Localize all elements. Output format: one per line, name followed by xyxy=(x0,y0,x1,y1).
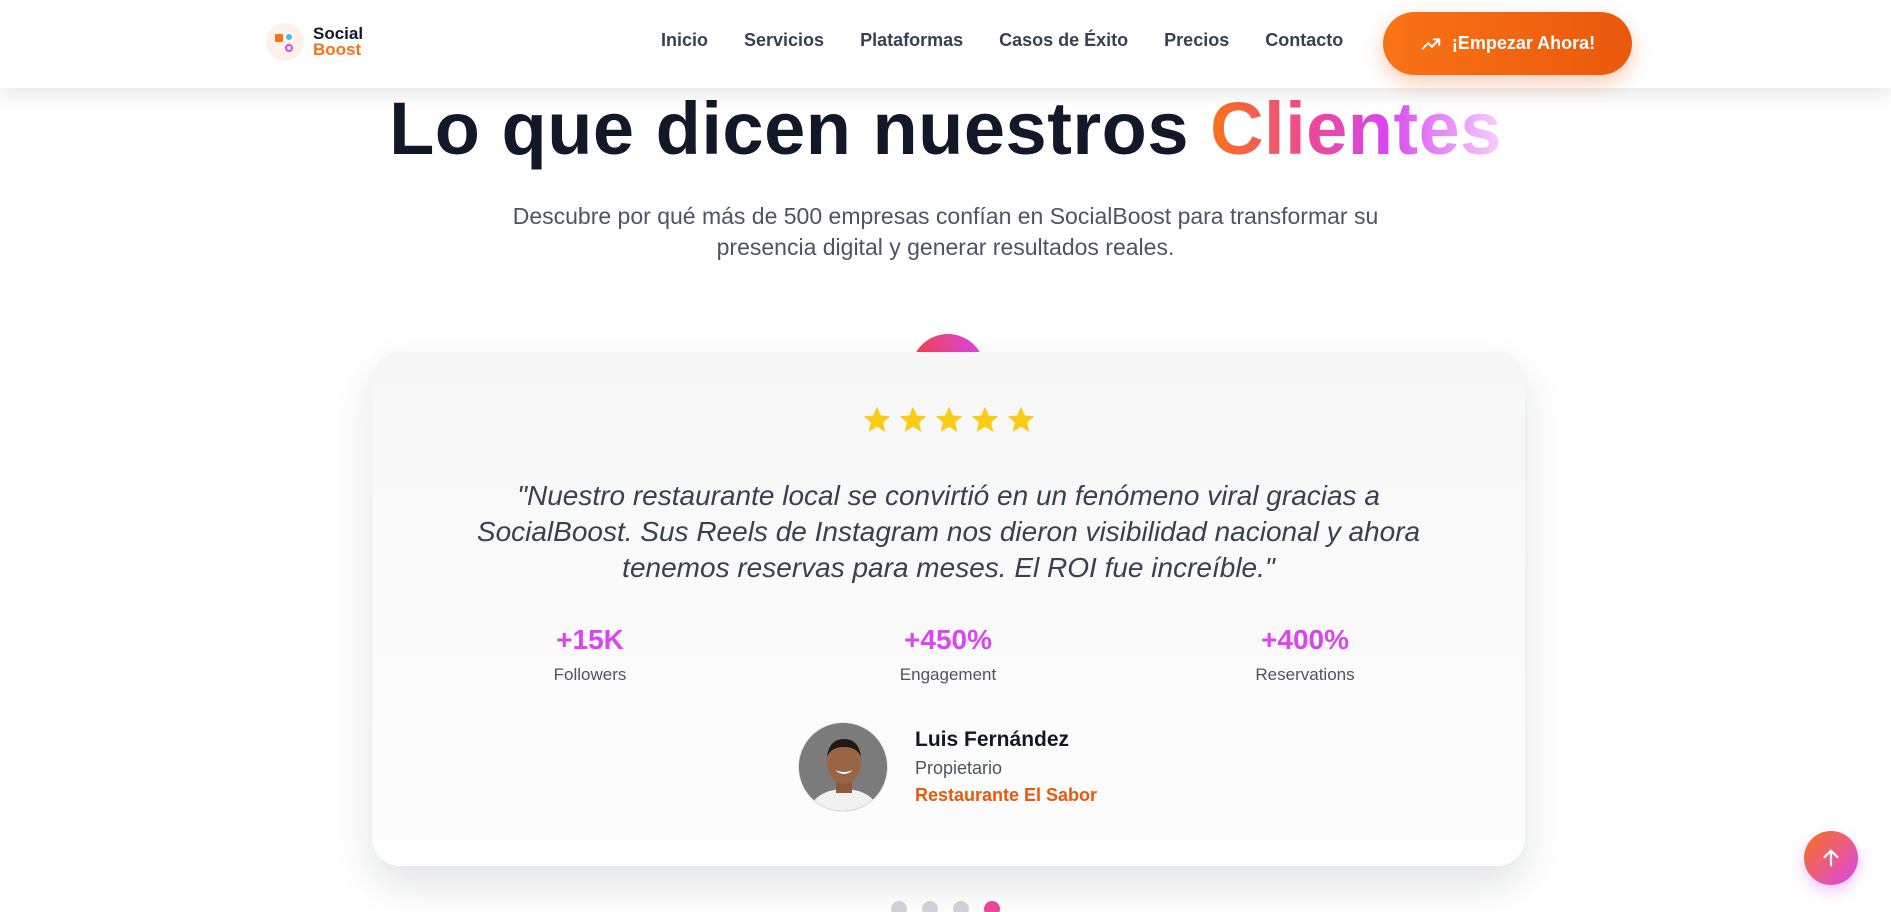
nav-link-inicio[interactable]: Inicio xyxy=(661,30,708,51)
star-icon xyxy=(971,406,998,432)
star-icon xyxy=(1007,406,1034,432)
stat-value: +15K xyxy=(556,624,624,655)
stat-value: +450% xyxy=(904,624,992,655)
logo[interactable]: Social Boost xyxy=(266,23,363,61)
section-title: Lo que dicen nuestros Clientes xyxy=(0,86,1891,171)
testimonial-quote: "Nuestro restaurante local se convirtió … xyxy=(476,480,1421,583)
scroll-to-top-button[interactable] xyxy=(1804,831,1858,885)
nav-link-plataformas[interactable]: Plataformas xyxy=(860,30,963,51)
logo-text: Social Boost xyxy=(313,25,363,59)
carousel-dot-2[interactable] xyxy=(922,901,938,912)
page: Social Boost Inicio Servicios Plataforma… xyxy=(0,0,1891,912)
stat-reservations: +400% Reservations xyxy=(1185,624,1425,685)
arrow-up-icon xyxy=(1823,849,1839,867)
stat-followers: +15K Followers xyxy=(470,624,710,685)
site-header: Social Boost Inicio Servicios Plataforma… xyxy=(0,0,1891,88)
nav-link-contacto[interactable]: Contacto xyxy=(1265,30,1343,51)
section-title-highlight: Clientes xyxy=(1210,87,1502,170)
nav-link-casos-de-exito[interactable]: Casos de Éxito xyxy=(999,30,1128,51)
star-icon xyxy=(863,406,890,432)
start-now-button[interactable]: ¡Empezar Ahora! xyxy=(1383,12,1632,75)
logo-text-boost: Boost xyxy=(313,40,362,59)
star-icon xyxy=(935,406,962,432)
nav-link-precios[interactable]: Precios xyxy=(1164,30,1229,51)
carousel-dots xyxy=(891,901,1015,912)
author-role: Propietario xyxy=(915,758,1003,778)
carousel-dot-1[interactable] xyxy=(891,901,907,912)
author-info: Luis Fernández Propietario Restaurante E… xyxy=(915,728,1097,806)
author-name: Luis Fernández xyxy=(915,728,1070,751)
testimonial-card: "Nuestro restaurante local se convirtió … xyxy=(372,352,1525,866)
carousel-dot-3[interactable] xyxy=(953,901,969,912)
logo-icon xyxy=(266,23,304,61)
main-nav: Inicio Servicios Plataformas Casos de Éx… xyxy=(661,30,1379,51)
stat-engagement: +450% Engagement xyxy=(828,624,1068,685)
author-company: Restaurante El Sabor xyxy=(915,785,1098,805)
section-subtitle: Descubre por qué más de 500 empresas con… xyxy=(512,203,1379,260)
nav-link-servicios[interactable]: Servicios xyxy=(744,30,824,51)
testimonial-author: Luis Fernández Propietario Restaurante E… xyxy=(798,722,1097,812)
stat-label: Followers xyxy=(553,665,627,684)
stat-label: Engagement xyxy=(899,665,997,684)
carousel-dot-4[interactable] xyxy=(984,901,1000,912)
stat-label: Reservations xyxy=(1255,665,1355,684)
section-title-main: Lo que dicen nuestros xyxy=(389,87,1211,170)
avatar xyxy=(798,722,888,812)
trending-up-icon xyxy=(1421,37,1441,50)
start-now-label: ¡Empezar Ahora! xyxy=(1451,33,1596,53)
star-rating xyxy=(372,404,1525,436)
star-icon xyxy=(899,406,926,432)
stat-value: +400% xyxy=(1261,624,1349,655)
